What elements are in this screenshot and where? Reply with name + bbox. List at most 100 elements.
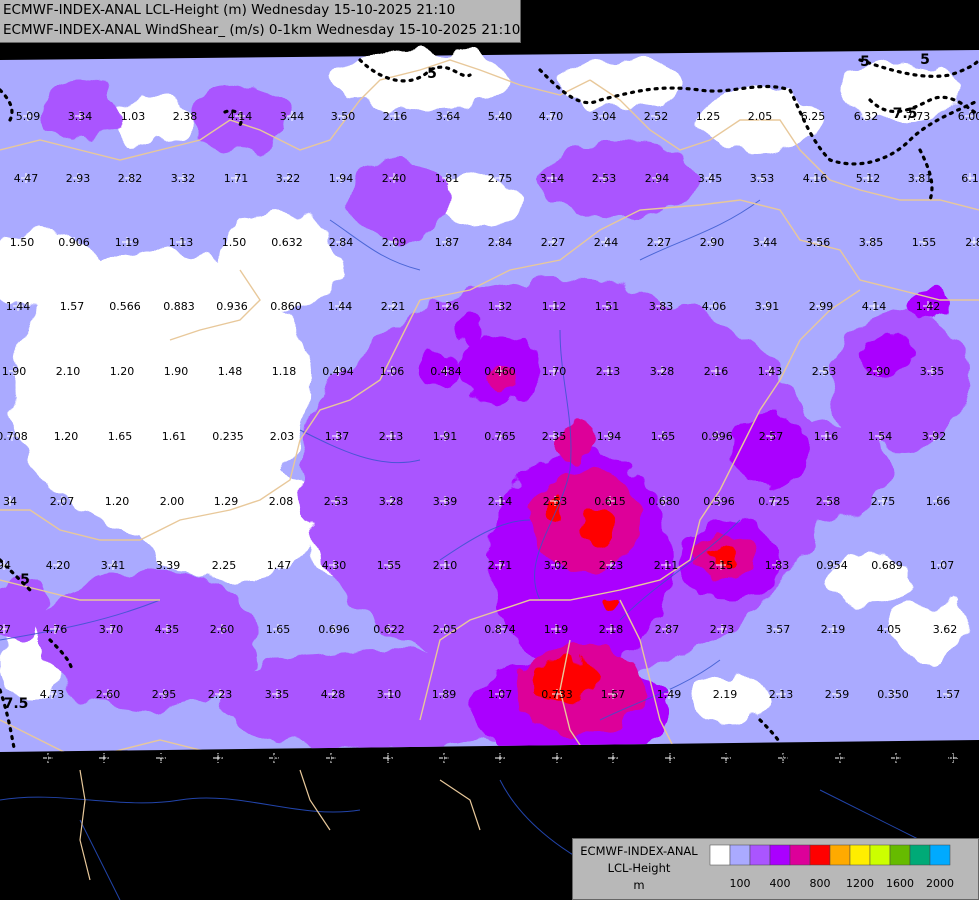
value-label: 3.04 xyxy=(592,110,617,123)
value-label: 0.883 xyxy=(163,300,195,313)
value-label: 2.53 xyxy=(592,172,617,185)
value-label: 1.20 xyxy=(110,365,135,378)
value-label: 3.53 xyxy=(750,172,775,185)
value-label: 0.708 xyxy=(0,430,28,443)
legend-swatch xyxy=(849,844,871,866)
value-label: 2.14 xyxy=(488,495,513,508)
value-label: 4.16 xyxy=(803,172,828,185)
value-label: 1.48 xyxy=(218,365,243,378)
value-label: 0.725 xyxy=(758,495,790,508)
contour-label: 7.5 xyxy=(4,696,29,712)
value-label: 2.03 xyxy=(270,430,295,443)
value-label: 4.47 xyxy=(14,172,39,185)
value-label: 3.39 xyxy=(156,559,181,572)
value-label: 3.91 xyxy=(771,752,796,765)
value-label: 1.94 xyxy=(329,172,354,185)
value-label: 4.35 xyxy=(155,623,180,636)
value-label: 1.90 xyxy=(2,365,27,378)
value-label: 0.484 xyxy=(430,365,462,378)
value-label: 3.28 xyxy=(650,365,675,378)
value-label: 5.12 xyxy=(856,172,881,185)
legend-unit-label: m xyxy=(633,878,645,892)
value-label: 1.65 xyxy=(266,623,291,636)
value-label: 4.20 xyxy=(46,559,71,572)
value-label: 2.18 xyxy=(599,623,624,636)
value-label: 2.67 xyxy=(262,752,287,765)
legend-tick-label: 100 xyxy=(730,877,751,890)
value-label: 2.10 xyxy=(433,559,458,572)
value-label: 2.60 xyxy=(96,688,121,701)
value-label: 4.76 xyxy=(43,623,68,636)
legend-model-label: ECMWF-INDEX-ANAL xyxy=(580,844,698,858)
value-label: 2.71 xyxy=(488,559,513,572)
value-label: 1.06 xyxy=(380,365,405,378)
legend-swatch xyxy=(829,844,851,866)
value-label: 1.50 xyxy=(222,236,247,249)
value-label: 0.765 xyxy=(484,430,516,443)
value-label: 2.53 xyxy=(812,365,837,378)
value-label: 2.53 xyxy=(543,495,568,508)
value-label: 2.20 xyxy=(488,752,513,765)
value-label: 2.13 xyxy=(769,688,794,701)
value-label: 3.39 xyxy=(433,495,458,508)
legend-tick-label: 1600 xyxy=(886,877,914,890)
value-label: 3.28 xyxy=(379,495,404,508)
value-label: 0.596 xyxy=(703,495,735,508)
value-label: 1.71 xyxy=(224,172,249,185)
contour-label: 5 xyxy=(427,66,437,82)
value-label: 2.09 xyxy=(382,236,407,249)
value-label: 1.87 xyxy=(435,236,460,249)
value-label: 1.07 xyxy=(488,688,513,701)
value-label: 3.81 xyxy=(908,172,933,185)
legend-swatch xyxy=(749,844,771,866)
value-label: 2.08 xyxy=(828,752,853,765)
contour-label: 5 xyxy=(20,572,30,588)
value-label: 1.13 xyxy=(169,236,194,249)
value-label: 2.90 xyxy=(700,236,725,249)
value-label: 1.20 xyxy=(105,495,130,508)
value-label: 2.35 xyxy=(542,430,567,443)
value-label: 3.91 xyxy=(755,300,780,313)
value-label: 3.50 xyxy=(331,110,356,123)
value-label: 2.93 xyxy=(66,172,91,185)
value-label: 2.40 xyxy=(382,172,407,185)
value-label: 3.35 xyxy=(265,688,290,701)
value-label: 2.87 xyxy=(655,623,680,636)
value-label: 2.27 xyxy=(647,236,672,249)
value-label: 1.18 xyxy=(272,365,297,378)
value-label: 2.82 xyxy=(118,172,143,185)
contour-label: 5 xyxy=(860,54,870,70)
value-label: 1.34 xyxy=(658,752,683,765)
value-label: 3.92 xyxy=(922,430,947,443)
value-label: 2.05 xyxy=(748,110,773,123)
title-line-lcl: ECMWF-INDEX-ANAL LCL-Height (m) Wednesda… xyxy=(3,2,456,18)
value-label: 2.73 xyxy=(710,623,735,636)
contour-label: 7.5 xyxy=(893,106,918,122)
value-label: 0.680 xyxy=(648,495,680,508)
value-label: 1.47 xyxy=(267,559,292,572)
value-label: 3.45 xyxy=(698,172,723,185)
value-label: 3.02 xyxy=(544,559,569,572)
value-label: 1.42 xyxy=(916,300,941,313)
legend-swatch xyxy=(769,844,791,866)
value-label: 3.22 xyxy=(92,752,117,765)
value-label: 3.04 xyxy=(432,752,457,765)
value-label: 3.41 xyxy=(101,559,126,572)
value-label: 1.70 xyxy=(542,365,567,378)
value-label: 4.05 xyxy=(877,623,902,636)
value-label: 2.25 xyxy=(212,559,237,572)
legend-swatch xyxy=(729,844,751,866)
value-label: 1.49 xyxy=(657,688,682,701)
value-label: 2.57 xyxy=(714,752,739,765)
value-label: 3.21 xyxy=(545,752,570,765)
value-label: 1.19 xyxy=(115,236,140,249)
value-label: 3.10 xyxy=(377,688,402,701)
value-label: 3.35 xyxy=(920,365,945,378)
value-label: 1.12 xyxy=(542,300,567,313)
value-label: 0.733 xyxy=(541,688,573,701)
value-label: 0.954 xyxy=(816,559,848,572)
value-label: 4.04 xyxy=(319,752,344,765)
value-label: 0.632 xyxy=(271,236,303,249)
value-label: 2.59 xyxy=(825,688,850,701)
value-label: 4.06 xyxy=(702,300,727,313)
